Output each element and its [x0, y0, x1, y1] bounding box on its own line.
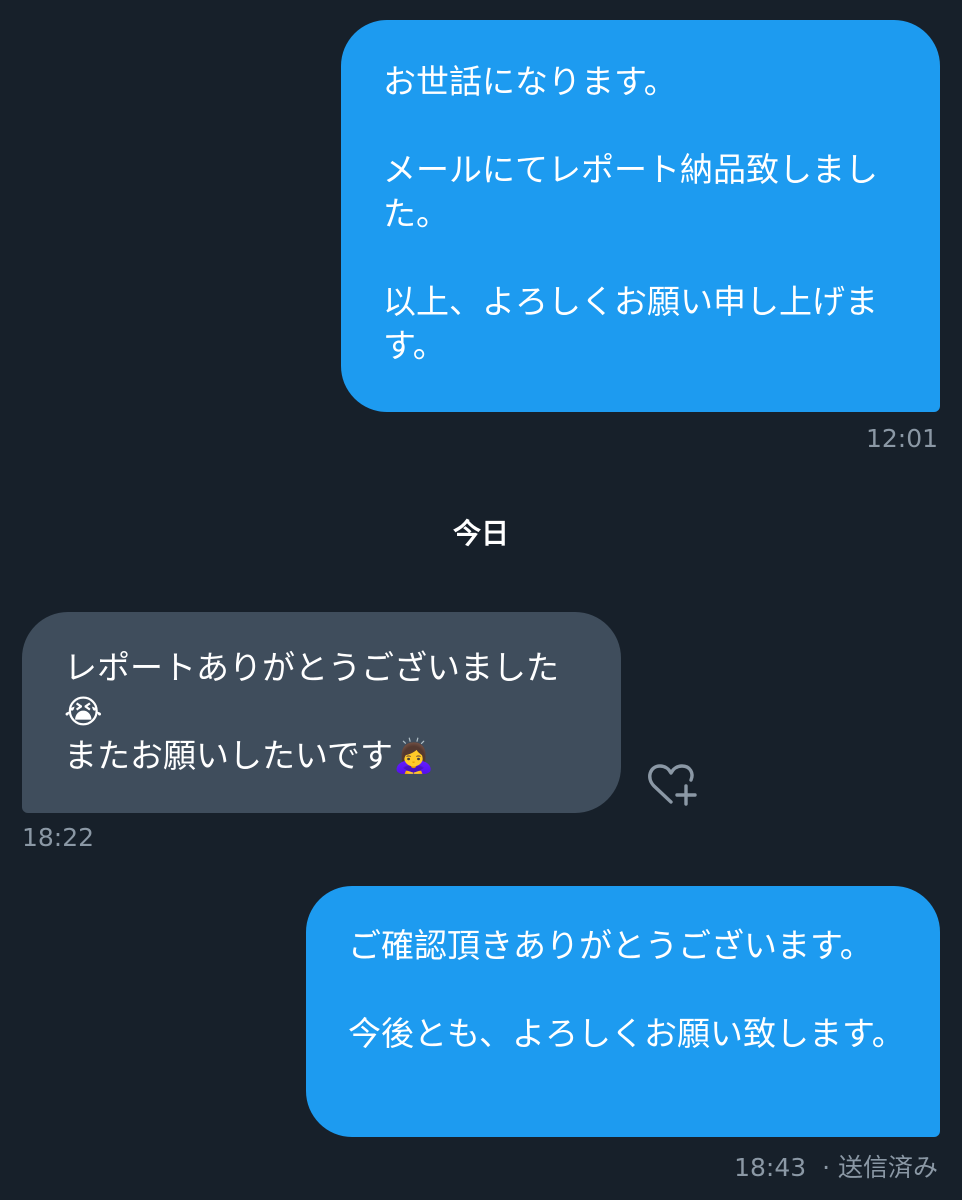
sent-message-bubble[interactable]: お世話になります。 メールにてレポート納品致しました。 以上、よろしくお願い申し… [341, 20, 940, 412]
sent-status: · 送信済み [822, 1153, 938, 1182]
heart-plus-icon[interactable] [644, 760, 700, 810]
message-timestamp: 18:43 [734, 1153, 807, 1182]
sent-message-bubble[interactable]: ご確認頂きありがとうございます。 今後とも、よろしくお願い致します。 [306, 886, 940, 1137]
message-timestamp: 12:01 [865, 424, 938, 453]
received-message-bubble[interactable]: レポートありがとうございました😭 またお願いしたいです🙇‍♀️ [22, 612, 621, 813]
dm-conversation: お世話になります。 メールにてレポート納品致しました。 以上、よろしくお願い申し… [0, 0, 962, 1200]
message-meta: 18:43 · 送信済み [734, 1148, 938, 1184]
day-divider: 今日 [452, 517, 509, 550]
message-timestamp: 18:22 [22, 823, 95, 852]
